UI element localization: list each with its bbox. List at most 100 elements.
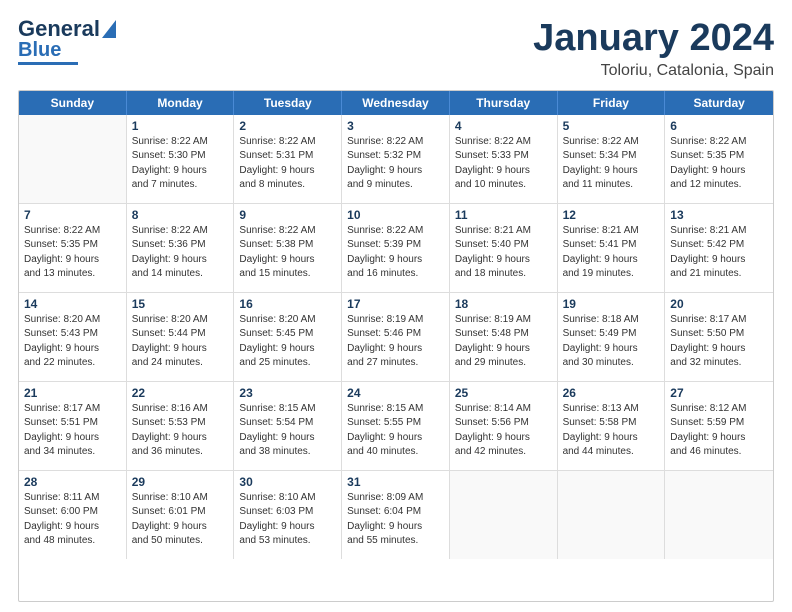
cell-daylight-info: Sunrise: 8:22 AM Sunset: 5:35 PM Dayligh… — [670, 135, 768, 193]
calendar-cell-w2-d4: 10 Sunrise: 8:22 AM Sunset: 5:39 PM Dayli… — [342, 204, 450, 292]
cell-daylight-info: Sunrise: 8:17 AM Sunset: 5:50 PM Dayligh… — [670, 313, 768, 371]
calendar-cell-w4-d7: 27 Sunrise: 8:12 AM Sunset: 5:59 PM Dayli… — [665, 382, 773, 470]
cell-daylight-info: Sunrise: 8:22 AM Sunset: 5:38 PM Dayligh… — [239, 224, 336, 282]
calendar-week-1: 1Sunrise: 8:22 AM Sunset: 5:30 PM Daylig… — [19, 115, 773, 204]
day-number: 19 — [563, 297, 660, 311]
cell-daylight-info: Sunrise: 8:15 AM Sunset: 5:54 PM Dayligh… — [239, 402, 336, 460]
cell-daylight-info: Sunrise: 8:22 AM Sunset: 5:35 PM Dayligh… — [24, 224, 121, 282]
calendar-cell-w5-d5 — [450, 471, 558, 559]
calendar-cell-w1-d1 — [19, 115, 127, 203]
cell-daylight-info: Sunrise: 8:20 AM Sunset: 5:45 PM Dayligh… — [239, 313, 336, 371]
calendar-cell-w3-d1: 14 Sunrise: 8:20 AM Sunset: 5:43 PM Dayli… — [19, 293, 127, 381]
calendar-cell-w2-d3: 9Sunrise: 8:22 AM Sunset: 5:38 PM Daylig… — [234, 204, 342, 292]
day-number: 30 — [239, 475, 336, 489]
day-number: 10 — [347, 208, 444, 222]
header-saturday: Saturday — [665, 91, 773, 115]
day-number: 11 — [455, 208, 552, 222]
calendar-cell-w3-d7: 20 Sunrise: 8:17 AM Sunset: 5:50 PM Dayli… — [665, 293, 773, 381]
day-number: 29 — [132, 475, 229, 489]
month-title: January 2024 — [533, 18, 774, 60]
day-number: 31 — [347, 475, 444, 489]
page: General Blue January 2024 Toloriu, Catal… — [0, 0, 792, 612]
logo-blue: Blue — [18, 40, 61, 60]
day-number: 18 — [455, 297, 552, 311]
calendar-cell-w5-d6 — [558, 471, 666, 559]
cell-daylight-info: Sunrise: 8:12 AM Sunset: 5:59 PM Dayligh… — [670, 402, 768, 460]
cell-daylight-info: Sunrise: 8:22 AM Sunset: 5:36 PM Dayligh… — [132, 224, 229, 282]
calendar-cell-w5-d3: 30Sunrise: 8:10 AM Sunset: 6:03 PM Dayli… — [234, 471, 342, 559]
day-number: 5 — [563, 119, 660, 133]
cell-daylight-info: Sunrise: 8:09 AM Sunset: 6:04 PM Dayligh… — [347, 491, 444, 549]
day-number: 2 — [239, 119, 336, 133]
day-number: 27 — [670, 386, 768, 400]
day-number: 6 — [670, 119, 768, 133]
day-number: 15 — [132, 297, 229, 311]
calendar-cell-w1-d4: 3Sunrise: 8:22 AM Sunset: 5:32 PM Daylig… — [342, 115, 450, 203]
cell-daylight-info: Sunrise: 8:16 AM Sunset: 5:53 PM Dayligh… — [132, 402, 229, 460]
calendar-cell-w2-d2: 8 Sunrise: 8:22 AM Sunset: 5:36 PM Daylig… — [127, 204, 235, 292]
day-number: 24 — [347, 386, 444, 400]
cell-daylight-info: Sunrise: 8:15 AM Sunset: 5:55 PM Dayligh… — [347, 402, 444, 460]
cell-daylight-info: Sunrise: 8:11 AM Sunset: 6:00 PM Dayligh… — [24, 491, 121, 549]
calendar-body: 1Sunrise: 8:22 AM Sunset: 5:30 PM Daylig… — [19, 115, 773, 559]
day-number: 8 — [132, 208, 229, 222]
cell-daylight-info: Sunrise: 8:20 AM Sunset: 5:43 PM Dayligh… — [24, 313, 121, 371]
calendar-header: Sunday Monday Tuesday Wednesday Thursday… — [19, 91, 773, 115]
calendar-cell-w1-d5: 4Sunrise: 8:22 AM Sunset: 5:33 PM Daylig… — [450, 115, 558, 203]
cell-daylight-info: Sunrise: 8:22 AM Sunset: 5:31 PM Dayligh… — [239, 135, 336, 193]
calendar-cell-w4-d5: 25 Sunrise: 8:14 AM Sunset: 5:56 PM Dayli… — [450, 382, 558, 470]
calendar-cell-w3-d6: 19 Sunrise: 8:18 AM Sunset: 5:49 PM Dayli… — [558, 293, 666, 381]
day-number: 28 — [24, 475, 121, 489]
cell-daylight-info: Sunrise: 8:14 AM Sunset: 5:56 PM Dayligh… — [455, 402, 552, 460]
header-tuesday: Tuesday — [234, 91, 342, 115]
day-number: 17 — [347, 297, 444, 311]
cell-daylight-info: Sunrise: 8:21 AM Sunset: 5:41 PM Dayligh… — [563, 224, 660, 282]
day-number: 13 — [670, 208, 768, 222]
calendar-cell-w4-d1: 21 Sunrise: 8:17 AM Sunset: 5:51 PM Dayli… — [19, 382, 127, 470]
logo: General Blue — [18, 18, 116, 65]
cell-daylight-info: Sunrise: 8:21 AM Sunset: 5:40 PM Dayligh… — [455, 224, 552, 282]
calendar-cell-w3-d4: 17Sunrise: 8:19 AM Sunset: 5:46 PM Dayli… — [342, 293, 450, 381]
calendar-week-4: 21 Sunrise: 8:17 AM Sunset: 5:51 PM Dayli… — [19, 382, 773, 471]
day-number: 23 — [239, 386, 336, 400]
cell-daylight-info: Sunrise: 8:22 AM Sunset: 5:33 PM Dayligh… — [455, 135, 552, 193]
calendar-cell-w5-d7 — [665, 471, 773, 559]
day-number: 22 — [132, 386, 229, 400]
cell-daylight-info: Sunrise: 8:13 AM Sunset: 5:58 PM Dayligh… — [563, 402, 660, 460]
cell-daylight-info: Sunrise: 8:18 AM Sunset: 5:49 PM Dayligh… — [563, 313, 660, 371]
calendar-cell-w5-d2: 29 Sunrise: 8:10 AM Sunset: 6:01 PM Dayli… — [127, 471, 235, 559]
day-number: 14 — [24, 297, 121, 311]
header-friday: Friday — [558, 91, 666, 115]
calendar-cell-w3-d2: 15 Sunrise: 8:20 AM Sunset: 5:44 PM Dayli… — [127, 293, 235, 381]
cell-daylight-info: Sunrise: 8:22 AM Sunset: 5:34 PM Dayligh… — [563, 135, 660, 193]
day-number: 1 — [132, 119, 229, 133]
day-number: 25 — [455, 386, 552, 400]
calendar-cell-w1-d6: 5 Sunrise: 8:22 AM Sunset: 5:34 PM Daylig… — [558, 115, 666, 203]
cell-daylight-info: Sunrise: 8:20 AM Sunset: 5:44 PM Dayligh… — [132, 313, 229, 371]
calendar-week-3: 14 Sunrise: 8:20 AM Sunset: 5:43 PM Dayli… — [19, 293, 773, 382]
day-number: 21 — [24, 386, 121, 400]
day-number: 16 — [239, 297, 336, 311]
calendar-week-2: 7 Sunrise: 8:22 AM Sunset: 5:35 PM Daylig… — [19, 204, 773, 293]
header-monday: Monday — [127, 91, 235, 115]
header: General Blue January 2024 Toloriu, Catal… — [18, 18, 774, 80]
logo-triangle-icon — [102, 20, 116, 38]
day-number: 20 — [670, 297, 768, 311]
calendar-cell-w4-d2: 22 Sunrise: 8:16 AM Sunset: 5:53 PM Dayli… — [127, 382, 235, 470]
logo-underline — [18, 62, 78, 65]
cell-daylight-info: Sunrise: 8:17 AM Sunset: 5:51 PM Dayligh… — [24, 402, 121, 460]
day-number: 7 — [24, 208, 121, 222]
cell-daylight-info: Sunrise: 8:22 AM Sunset: 5:39 PM Dayligh… — [347, 224, 444, 282]
logo-general: General — [18, 18, 100, 40]
cell-daylight-info: Sunrise: 8:21 AM Sunset: 5:42 PM Dayligh… — [670, 224, 768, 282]
calendar-cell-w4-d6: 26Sunrise: 8:13 AM Sunset: 5:58 PM Dayli… — [558, 382, 666, 470]
day-number: 12 — [563, 208, 660, 222]
cell-daylight-info: Sunrise: 8:10 AM Sunset: 6:01 PM Dayligh… — [132, 491, 229, 549]
calendar-cell-w3-d5: 18Sunrise: 8:19 AM Sunset: 5:48 PM Dayli… — [450, 293, 558, 381]
header-thursday: Thursday — [450, 91, 558, 115]
calendar-cell-w2-d5: 11 Sunrise: 8:21 AM Sunset: 5:40 PM Dayli… — [450, 204, 558, 292]
location-title: Toloriu, Catalonia, Spain — [533, 62, 774, 80]
header-sunday: Sunday — [19, 91, 127, 115]
day-number: 3 — [347, 119, 444, 133]
calendar-cell-w1-d2: 1Sunrise: 8:22 AM Sunset: 5:30 PM Daylig… — [127, 115, 235, 203]
